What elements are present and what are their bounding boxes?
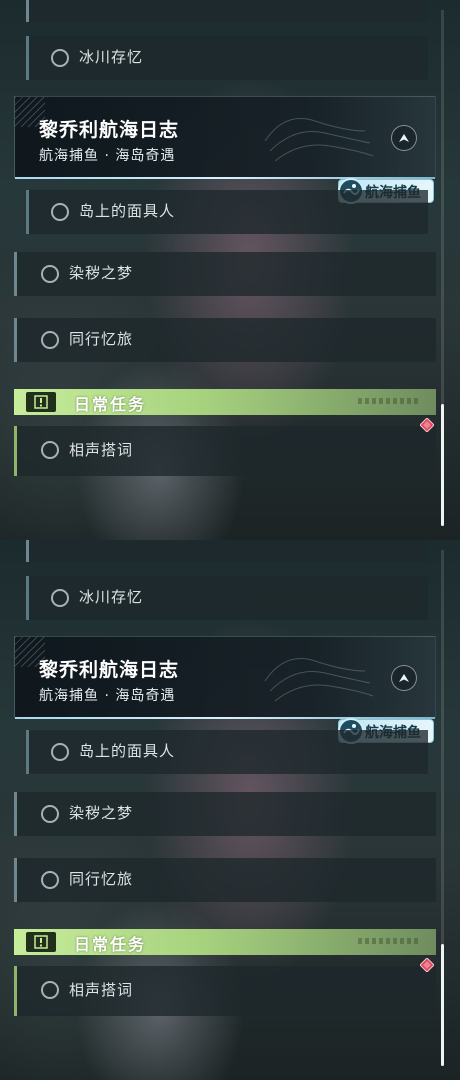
quest-item-crosstalk[interactable]: 相声搭词 [14, 966, 436, 1016]
contour-map-decoration [264, 118, 374, 162]
quest-list-panel: 冰川存忆 黎乔利航海日志 航海捕鱼 · 海岛奇遇 航海捕鱼 岛上的面具人 染秽之… [0, 540, 460, 1080]
alert-diamond-icon [420, 418, 434, 432]
radio-circle-icon [41, 805, 59, 823]
quest-item-island-mask[interactable]: 岛上的面具人 [26, 730, 428, 774]
active-quest-subtitle: 航海捕鱼 · 海岛奇遇 [39, 688, 176, 704]
radio-circle-icon [51, 203, 69, 221]
scrollbar-thumb[interactable] [441, 404, 444, 526]
quest-label: 相声搭词 [69, 981, 134, 999]
quest-item-journey[interactable]: 同行忆旅 [14, 858, 436, 902]
daily-section-label: 日常任务 [74, 935, 147, 954]
radio-circle-icon [41, 441, 59, 459]
quest-list-panel: 冰川存忆 黎乔利航海日志 航海捕鱼 · 海岛奇遇 航海捕鱼 岛上的面具人 染秽之… [0, 0, 460, 540]
quest-label: 染秽之梦 [69, 804, 134, 822]
quest-label: 冰川存忆 [79, 48, 144, 66]
track-quest-button[interactable] [391, 665, 417, 691]
scrollbar-thumb[interactable] [441, 944, 444, 1066]
radio-circle-icon [41, 265, 59, 283]
quest-label: 同行忆旅 [69, 330, 134, 348]
track-quest-button[interactable] [391, 125, 417, 151]
quest-label: 岛上的面具人 [79, 202, 176, 220]
navigation-arrow-icon [399, 134, 409, 142]
active-quest-title: 黎乔利航海日志 [39, 659, 180, 681]
active-quest-card[interactable]: 黎乔利航海日志 航海捕鱼 · 海岛奇遇 [14, 636, 436, 719]
section-decoration [358, 938, 418, 944]
radio-circle-icon [41, 871, 59, 889]
alert-diamond-icon [420, 958, 434, 972]
active-quest-card[interactable]: 黎乔利航海日志 航海捕鱼 · 海岛奇遇 [14, 96, 436, 179]
daily-section-label: 日常任务 [74, 395, 147, 414]
quest-item-partial-body [29, 0, 427, 22]
contour-map-decoration [264, 658, 374, 702]
quest-item-dream[interactable]: 染秽之梦 [14, 792, 436, 836]
quest-item-partial-body [29, 540, 427, 562]
quest-item-crosstalk[interactable]: 相声搭词 [14, 426, 436, 476]
radio-circle-icon [41, 331, 59, 349]
daily-section-header[interactable]: 日常任务 [14, 929, 436, 955]
exclamation-icon [26, 392, 56, 412]
navigation-arrow-icon [399, 674, 409, 682]
radio-circle-icon [41, 981, 59, 999]
quest-label: 岛上的面具人 [79, 742, 176, 760]
radio-circle-icon [51, 589, 69, 607]
quest-label: 染秽之梦 [69, 264, 134, 282]
quest-item-island-mask[interactable]: 岛上的面具人 [26, 190, 428, 234]
quest-item-journey[interactable]: 同行忆旅 [14, 318, 436, 362]
quest-label: 同行忆旅 [69, 870, 134, 888]
exclamation-icon [26, 932, 56, 952]
daily-section-header[interactable]: 日常任务 [14, 389, 436, 415]
quest-item-glacier[interactable]: 冰川存忆 [26, 36, 428, 80]
active-quest-subtitle: 航海捕鱼 · 海岛奇遇 [39, 148, 176, 164]
quest-item-glacier[interactable]: 冰川存忆 [26, 576, 428, 620]
radio-circle-icon [51, 49, 69, 67]
section-decoration [358, 398, 418, 404]
quest-label: 冰川存忆 [79, 588, 144, 606]
quest-item-dream[interactable]: 染秽之梦 [14, 252, 436, 296]
active-quest-title: 黎乔利航海日志 [39, 119, 180, 141]
quest-label: 相声搭词 [69, 441, 134, 459]
radio-circle-icon [51, 743, 69, 761]
